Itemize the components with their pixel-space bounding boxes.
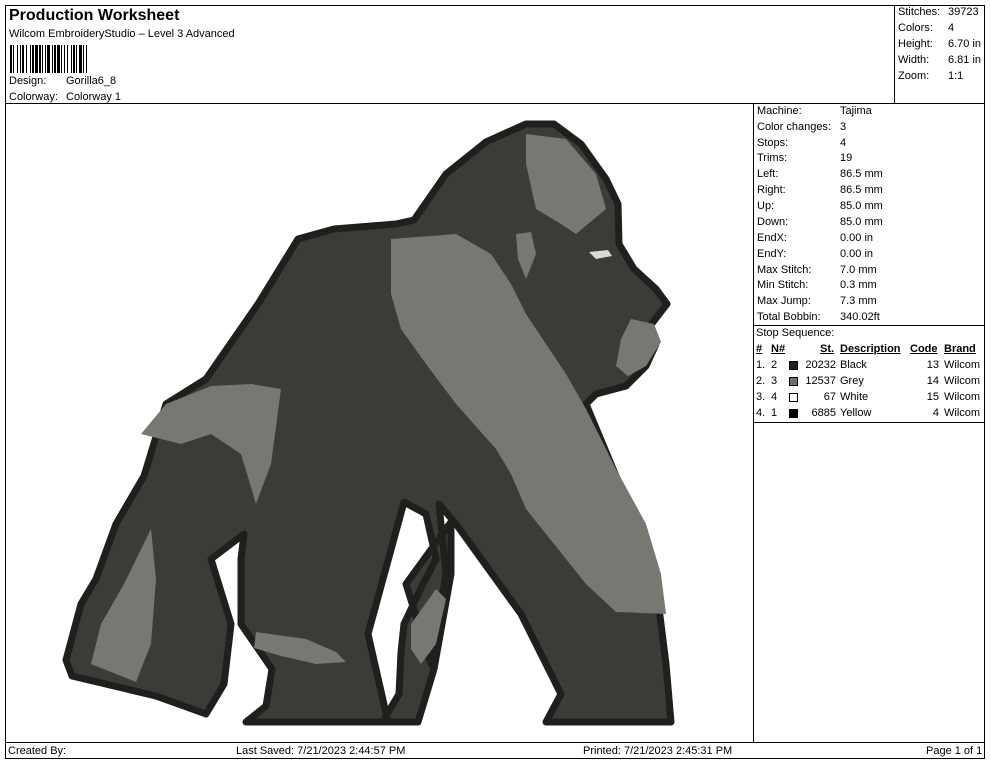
stops-value: 4	[840, 137, 847, 149]
endx-value: 0.00 in	[840, 232, 874, 244]
total-bobbin-value: 340.02ft	[840, 311, 880, 323]
right-label: Right:	[757, 184, 786, 196]
design-value: Gorilla6_8	[66, 75, 117, 87]
width-label: Width:	[898, 54, 930, 66]
created-by: Created By:	[8, 745, 67, 757]
row-stitches: 12537	[805, 375, 836, 387]
min-stitch-label: Min Stitch:	[757, 279, 809, 291]
endx-label: EndX:	[757, 232, 787, 244]
color-swatch	[789, 409, 798, 418]
printed-date: Printed: 7/21/2023 2:45:31 PM	[583, 745, 733, 757]
row-num: 3.	[756, 391, 766, 403]
row-brand: Wilcom	[944, 375, 981, 387]
left-value: 86.5 mm	[840, 168, 883, 180]
stops-label: Stops:	[757, 137, 789, 149]
endy-value: 0.00 in	[840, 248, 874, 260]
down-label: Down:	[757, 216, 789, 228]
last-saved: Last Saved: 7/21/2023 2:44:57 PM	[236, 745, 406, 757]
color-swatch	[789, 377, 798, 386]
trims-value: 19	[840, 152, 853, 164]
height-value: 6.70 in	[948, 38, 982, 50]
right-value: 86.5 mm	[840, 184, 883, 196]
max-stitch-value: 7.0 mm	[840, 264, 877, 276]
colorway-value: Colorway 1	[66, 91, 122, 103]
colorway-label: Colorway:	[9, 91, 58, 103]
design-label: Design:	[9, 75, 47, 87]
machine-info-panel: Machine: Tajima Color changes: 3 Stops: …	[753, 103, 985, 743]
row-num: 1.	[756, 359, 766, 371]
col-brand-header: Brand	[944, 343, 976, 355]
color-swatch	[789, 361, 798, 370]
endy-label: EndY:	[757, 248, 787, 260]
row-stitches: 20232	[805, 359, 836, 371]
software-name: Wilcom EmbroideryStudio – Level 3 Advanc…	[9, 28, 235, 40]
row-stitches: 6885	[811, 407, 836, 419]
colors-value: 4	[948, 22, 955, 34]
row-num: 4.	[756, 407, 766, 419]
worksheet-header: Production Worksheet Wilcom EmbroiderySt…	[5, 5, 895, 104]
row-description: Grey	[840, 375, 864, 387]
stitches-value: 39723	[948, 6, 979, 18]
worksheet-footer: Created By: Last Saved: 7/21/2023 2:44:5…	[5, 742, 985, 759]
color-changes-label: Color changes:	[757, 121, 831, 133]
row-code: 14	[926, 375, 939, 387]
page-number: Page 1 of 1	[926, 745, 983, 757]
col-st-header: St.	[820, 343, 835, 355]
up-label: Up:	[757, 200, 775, 212]
col-code-header: Code	[910, 343, 938, 355]
row-brand: Wilcom	[944, 391, 981, 403]
height-label: Height:	[898, 38, 933, 50]
row-brand: Wilcom	[944, 407, 981, 419]
design-preview	[5, 103, 754, 743]
colors-label: Colors:	[898, 22, 933, 34]
zoom-value: 1:1	[948, 70, 964, 82]
row-needle: 2	[771, 359, 778, 371]
row-needle: 1	[771, 407, 778, 419]
down-value: 85.0 mm	[840, 216, 883, 228]
row-description: Yellow	[840, 407, 872, 419]
row-needle: 4	[771, 391, 778, 403]
row-code: 13	[926, 359, 939, 371]
barcode-icon	[10, 45, 87, 73]
row-needle: 3	[771, 375, 778, 387]
col-n-header: N#	[771, 343, 786, 355]
trims-label: Trims:	[757, 152, 788, 164]
min-stitch-value: 0.3 mm	[840, 279, 877, 291]
left-label: Left:	[757, 168, 779, 180]
stop-sequence-table: Stop Sequence: # N# St. Description Code…	[753, 325, 985, 423]
row-num: 2.	[756, 375, 766, 387]
machine-label: Machine:	[757, 105, 802, 117]
summary-box: Stitches: 39723 Colors: 4 Height: 6.70 i…	[894, 5, 985, 104]
max-jump-value: 7.3 mm	[840, 295, 877, 307]
up-value: 85.0 mm	[840, 200, 883, 212]
stop-sequence-title: Stop Sequence:	[756, 327, 835, 339]
max-jump-label: Max Jump:	[757, 295, 811, 307]
stitches-label: Stitches:	[898, 6, 941, 18]
col-num-header: #	[756, 343, 763, 355]
row-description: Black	[840, 359, 867, 371]
width-value: 6.81 in	[948, 54, 982, 66]
row-brand: Wilcom	[944, 359, 981, 371]
max-stitch-label: Max Stitch:	[757, 264, 812, 276]
page-title: Production Worksheet	[9, 7, 180, 24]
total-bobbin-label: Total Bobbin:	[757, 311, 821, 323]
color-swatch	[789, 393, 798, 402]
row-code: 15	[926, 391, 939, 403]
gorilla-embroidery-image	[62, 120, 675, 726]
row-description: White	[840, 391, 869, 403]
row-stitches: 67	[823, 391, 836, 403]
col-description-header: Description	[840, 343, 901, 355]
machine-value: Tajima	[840, 105, 872, 117]
row-code: 4	[932, 407, 939, 419]
color-changes-value: 3	[840, 121, 847, 133]
zoom-label: Zoom:	[898, 70, 930, 82]
